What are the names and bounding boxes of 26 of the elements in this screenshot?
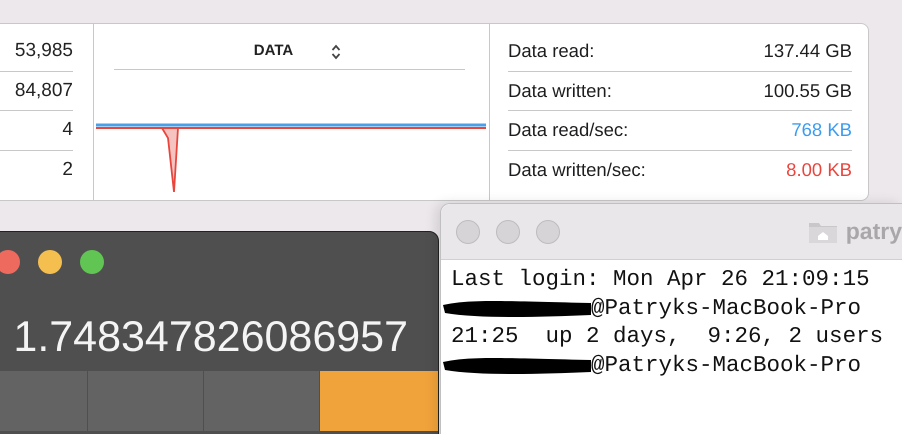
calculator-display: 1.748347826086957 <box>12 312 409 362</box>
terminal-line: @Patryks-MacBook-Pro <box>591 350 862 379</box>
table-cell-text: 84,807 <box>14 78 73 102</box>
stat-label: Data read/sec: <box>508 118 628 142</box>
stat-value: 8.00 KB <box>786 158 852 182</box>
column-header[interactable]: DATA <box>254 40 294 63</box>
table-cell-text: 4 <box>62 118 73 142</box>
terminal-line: @Patryks-MacBook-Pro <box>591 294 862 322</box>
table-cell-text: 53,985 <box>14 39 73 63</box>
stat-value: 768 KB <box>791 118 852 142</box>
close-button[interactable] <box>456 220 480 244</box>
stat-label: Data written/sec: <box>508 158 646 182</box>
window-title: patry <box>846 217 902 246</box>
function-key[interactable] <box>204 371 319 432</box>
stat-label: Data written: <box>508 78 612 103</box>
stat-label: Data read: <box>508 39 594 64</box>
table-cell-text: 2 <box>62 158 73 182</box>
stat-value: 100.55 GB <box>764 78 852 103</box>
operator-key[interactable] <box>320 371 438 432</box>
sort-icon[interactable] <box>331 44 342 60</box>
terminal-line: Last login: Mon Apr 26 21:09:15 <box>451 265 870 294</box>
close-button[interactable] <box>0 250 20 274</box>
minimize-button[interactable] <box>38 250 62 274</box>
terminal-line: 21:25 up 2 days, 9:26, 2 users <box>451 322 884 350</box>
stat-value: 137.44 GB <box>764 39 852 64</box>
zoom-button[interactable] <box>80 250 104 274</box>
